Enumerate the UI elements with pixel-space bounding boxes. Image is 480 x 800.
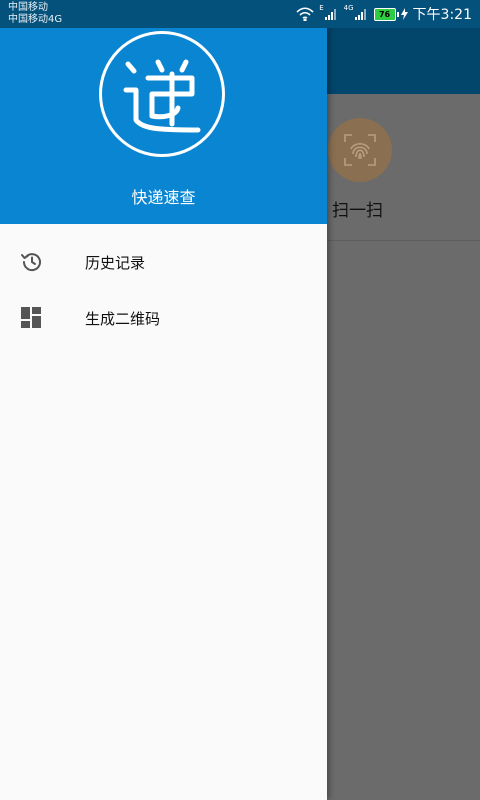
status-icons: E 4G 76 下午3:21 [291, 0, 472, 28]
carrier-1-label: 中国移动 [8, 2, 48, 13]
drawer-title: 快递速查 [131, 188, 196, 207]
charging-icon [400, 8, 408, 20]
menu-item-label: 生成二维码 [85, 309, 161, 328]
signal-2-tag: 4G [343, 4, 354, 12]
signal-icon [354, 9, 366, 20]
battery-icon: 76 [373, 7, 399, 21]
scan-label[interactable]: 扫一扫 [332, 196, 383, 221]
scan-button[interactable] [328, 118, 392, 182]
wifi-icon [296, 7, 314, 21]
signal-1-tag: E [319, 4, 324, 12]
navigation-drawer: 快递速查 历史记录 生成二维码 [0, 0, 327, 800]
menu-item-label: 历史记录 [85, 253, 146, 272]
app-logo [99, 31, 225, 157]
menu-item-generate-qr[interactable]: 生成二维码 [0, 290, 327, 346]
screen: 扫一扫 中国移动 中国移动4G E 4G 76 下午3:21 快递速查 历史记录… [0, 0, 480, 800]
drawer-menu: 历史记录 生成二维码 [0, 234, 327, 346]
clock: 下午3:21 [412, 7, 472, 23]
drawer-header: 快递速查 [0, 28, 327, 224]
dashboard-grid-icon [21, 307, 41, 328]
signal-icon [324, 9, 336, 20]
menu-item-history[interactable]: 历史记录 [0, 234, 327, 290]
status-bar: 中国移动 中国移动4G E 4G 76 下午3:21 [0, 0, 480, 28]
fingerprint-scan-icon [344, 134, 376, 166]
carrier-2-label: 中国移动4G [8, 14, 63, 25]
history-icon [21, 253, 41, 272]
divider [328, 240, 480, 241]
app-logo-icon [123, 59, 201, 133]
